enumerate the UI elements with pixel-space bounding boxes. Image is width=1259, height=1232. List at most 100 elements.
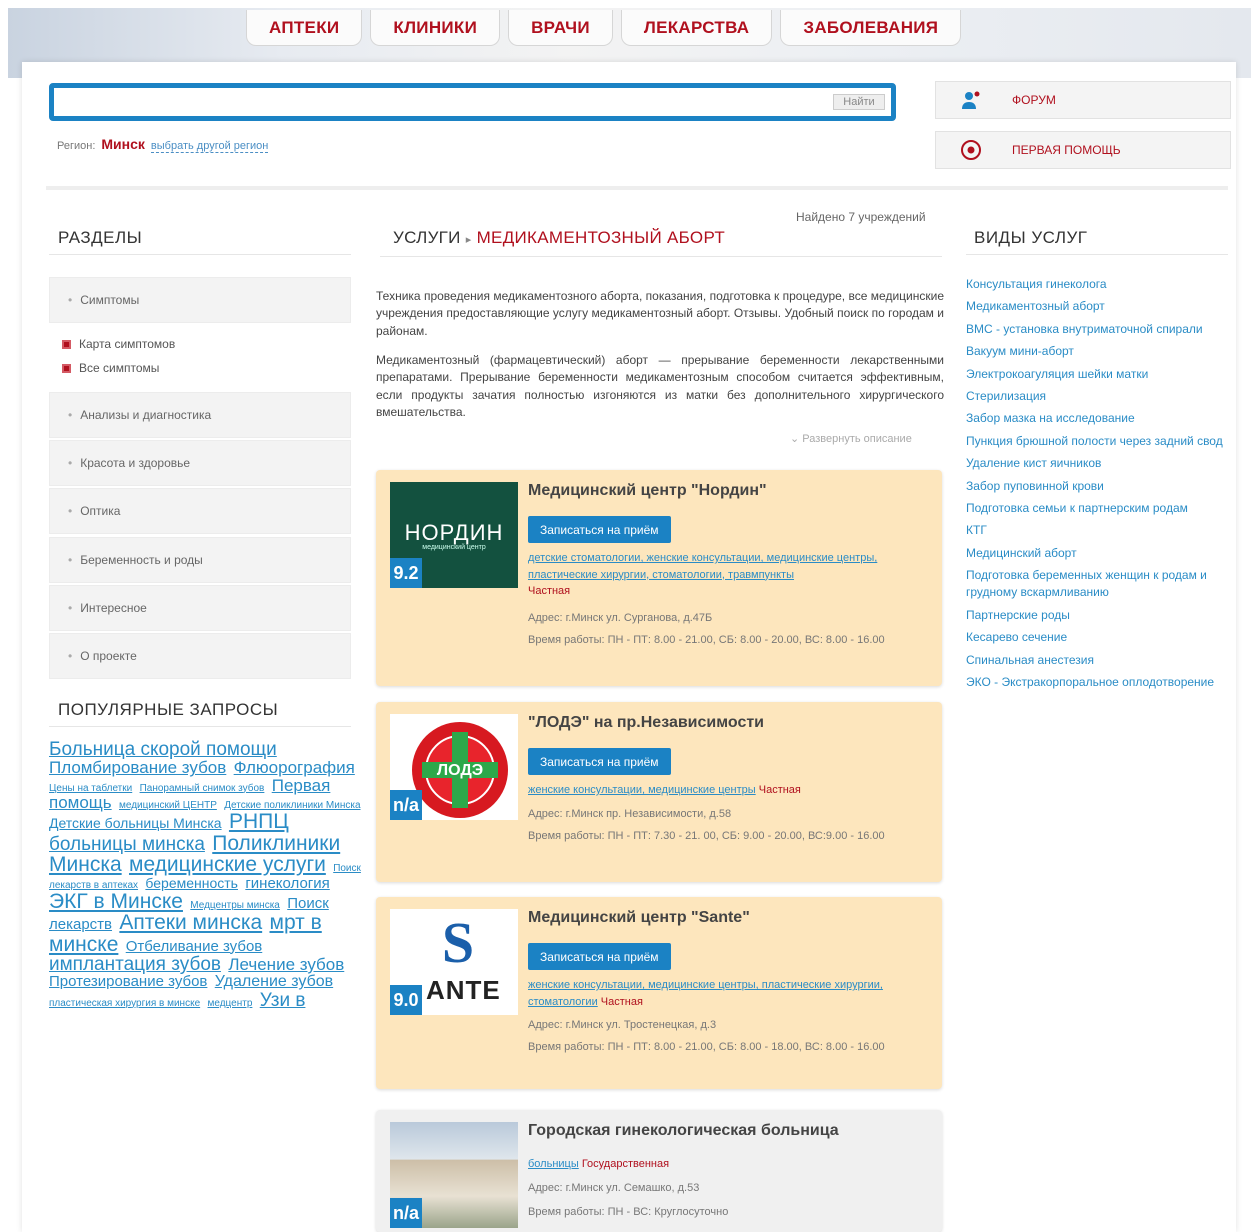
nav-tab-diseases[interactable]: ЗАБОЛЕВАНИЯ <box>780 10 962 46</box>
sidebar-item-analyses[interactable]: • Анализы и диагностика <box>49 392 351 438</box>
nav-tab-doctors[interactable]: ВРАЧИ <box>508 10 613 46</box>
service-type-link[interactable]: Забор пуповинной крови <box>966 478 1236 495</box>
divider <box>966 254 1228 255</box>
nav-tab-pharmacies[interactable]: АПТЕКИ <box>246 10 363 46</box>
divider <box>380 256 942 257</box>
clinic-categories: женские консультации, медицинские центры… <box>528 979 883 1008</box>
search-button[interactable]: Найти <box>833 94 885 110</box>
service-type-link[interactable]: Стерилизация <box>966 388 1236 405</box>
popular-tag[interactable]: Лечение зубов <box>228 955 344 974</box>
clinic-hours: Время работы: ПН - ПТ: 7.30 - 21. 00, СБ… <box>528 830 885 842</box>
page-title: УСЛУГИ ▸ МЕДИКАМЕНТОЗНЫЙ АБОРТ <box>393 228 725 248</box>
first-aid-button[interactable]: ПЕРВАЯ ПОМОЩЬ <box>935 131 1231 169</box>
service-type-link[interactable]: КТГ <box>966 522 1236 539</box>
clinic-categories: больницы Государственная <box>528 1158 670 1170</box>
clinic-card: n/a Городская гинекологическая больница … <box>376 1110 942 1232</box>
users-icon <box>960 89 982 111</box>
service-type-link[interactable]: ВМС - установка внутриматочной спирали <box>966 321 1236 338</box>
sidebar-subitem-all-symptoms[interactable]: Все симптомы <box>62 361 159 375</box>
sidebar-subitem-symptom-map[interactable]: Карта симптомов <box>62 337 175 351</box>
clinic-photo[interactable]: n/a <box>390 1122 518 1228</box>
service-type-link[interactable]: Медикаментозный аборт <box>966 298 1236 315</box>
sidebar-item-pregnancy[interactable]: • Беременность и роды <box>49 537 351 583</box>
popular-tag[interactable]: беременность <box>145 875 238 891</box>
rating-badge: 9.2 <box>390 558 422 588</box>
clinic-logo-lode[interactable]: ЛОДЭ n/a <box>390 714 518 820</box>
service-type-link[interactable]: ЭКО - Экстракорпоральное оплодотворение <box>966 674 1236 691</box>
popular-tag[interactable]: Больница скорой помощи <box>49 739 277 760</box>
clinic-logo-nordin[interactable]: НОРДИН медицинский центр 9.2 <box>390 482 518 588</box>
service-type-link[interactable]: Кесарево сечение <box>966 629 1236 646</box>
service-types-list: Консультация гинеколога Медикаментозный а… <box>966 276 1236 696</box>
breadcrumb-services[interactable]: УСЛУГИ <box>393 228 461 247</box>
popular-tag[interactable]: медицинские услуги <box>129 853 326 876</box>
expand-description-link[interactable]: ⌄ Развернуть описание <box>790 432 912 445</box>
service-type-link[interactable]: Спинальная анестезия <box>966 652 1236 669</box>
popular-tag[interactable]: Протезирование зубов <box>49 973 207 990</box>
description-paragraph: Техника проведения медикаментозного абор… <box>376 289 944 338</box>
service-type-link[interactable]: Вакуум мини-аборт <box>966 343 1236 360</box>
nav-tab-clinics[interactable]: КЛИНИКИ <box>370 10 501 46</box>
book-appointment-button[interactable]: Записаться на приём <box>528 943 671 970</box>
popular-tag[interactable]: Медцентры минска <box>190 900 280 911</box>
service-type-link[interactable]: Забор мазка на исследование <box>966 410 1236 427</box>
service-type-link[interactable]: Медицинский аборт <box>966 545 1236 562</box>
search-input[interactable] <box>60 94 830 110</box>
popular-tag[interactable]: медцентр <box>207 998 252 1009</box>
popular-tag[interactable]: Отбеливание зубов <box>126 938 263 955</box>
divider <box>49 726 351 727</box>
service-type-link[interactable]: Подготовка семьи к партнерским родам <box>966 500 1236 517</box>
service-type-link[interactable]: Пункция брюшной полости через задний сво… <box>966 433 1236 450</box>
sidebar-item-beauty[interactable]: • Красота и здоровье <box>49 440 351 486</box>
clinic-card: НОРДИН медицинский центр 9.2 Медицинский… <box>376 470 942 686</box>
header-divider <box>46 186 1228 190</box>
service-type-link[interactable]: Консультация гинеколога <box>966 276 1236 293</box>
clinic-address: Адрес: г.Минск ул. Тростенецкая, д.3 <box>528 1019 717 1031</box>
search-box: Найти <box>49 83 896 121</box>
book-appointment-button[interactable]: Записаться на приём <box>528 516 671 543</box>
clinic-hours: Время работы: ПН - ПТ: 8.00 - 21.00, СБ:… <box>528 1041 885 1053</box>
clinic-title[interactable]: "ЛОДЭ" на пр.Независимости <box>528 714 764 732</box>
service-type-link[interactable]: Удаление кист яичников <box>966 455 1236 472</box>
popular-tags-cloud: Больница скорой помощи Пломбирование зуб… <box>49 740 371 1010</box>
nav-tab-medicines[interactable]: ЛЕКАРСТВА <box>620 10 773 46</box>
forum-button[interactable]: ФОРУМ <box>935 81 1231 119</box>
breadcrumb-separator-icon: ▸ <box>465 234 472 246</box>
clinic-title[interactable]: Медицинский центр "Нордин" <box>528 482 767 500</box>
clinic-logo-sante[interactable]: S ANTE 9.0 <box>390 909 518 1015</box>
popular-tag[interactable]: ЭКГ в Минске <box>49 890 183 913</box>
clinic-title[interactable]: Городская гинекологическая больница <box>528 1122 839 1140</box>
service-types-title: ВИДЫ УСЛУГ <box>974 228 1088 247</box>
region-label: Регион: <box>57 140 96 152</box>
popular-tag[interactable]: Флюорография <box>234 758 355 777</box>
description-paragraph: Медикаментозный (фармацевтический) аборт… <box>376 353 944 420</box>
book-appointment-button[interactable]: Записаться на приём <box>528 748 671 775</box>
service-type-link[interactable]: Электрокоагуляция шейки матки <box>966 366 1236 383</box>
clinic-title[interactable]: Медицинский центр "Sante" <box>528 909 750 927</box>
sidebar-item-interesting[interactable]: • Интересное <box>49 585 351 631</box>
service-type-link[interactable]: Подготовка беременных женщин к родам и г… <box>966 567 1236 602</box>
sidebar-item-symptoms[interactable]: • Симптомы <box>49 277 351 323</box>
popular-tag[interactable]: Узи в <box>260 990 306 1011</box>
sidebar-item-about[interactable]: • О проекте <box>49 633 351 679</box>
popular-tag[interactable]: Панорамный снимок зубов <box>140 783 265 794</box>
popular-tag[interactable]: Удаление зубов <box>215 973 333 990</box>
sidebar-item-optics[interactable]: • Оптика <box>49 488 351 534</box>
popular-tag[interactable]: имплантация зубов <box>49 954 221 975</box>
change-region-link[interactable]: выбрать другой регион <box>150 140 269 153</box>
popular-tag[interactable]: больницы минска <box>49 834 205 855</box>
region-selector: Регион: Минск выбрать другой регион <box>57 136 269 153</box>
popular-tag[interactable]: Пломбирование зубов <box>49 758 226 777</box>
popular-tag[interactable]: РНПЦ <box>229 810 289 833</box>
divider <box>49 254 351 255</box>
popular-tag[interactable]: Детские больницы Минска <box>49 815 222 831</box>
clinic-categories: детские стоматологии, женские консультац… <box>528 552 878 597</box>
forum-label: ФОРУМ <box>1012 93 1056 107</box>
popular-tag[interactable]: гинекология <box>245 875 329 892</box>
rating-badge: n/a <box>390 790 422 820</box>
popular-tag[interactable]: пластическая хирургия в минске <box>49 998 200 1009</box>
popular-tag[interactable]: Аптеки минска <box>119 911 262 934</box>
service-type-link[interactable]: Партнерские роды <box>966 607 1236 624</box>
popular-tag[interactable]: медицинский ЦЕНТР <box>119 800 217 811</box>
clinic-hours: Время работы: ПН - ВС: Круглосуточно <box>528 1206 729 1218</box>
